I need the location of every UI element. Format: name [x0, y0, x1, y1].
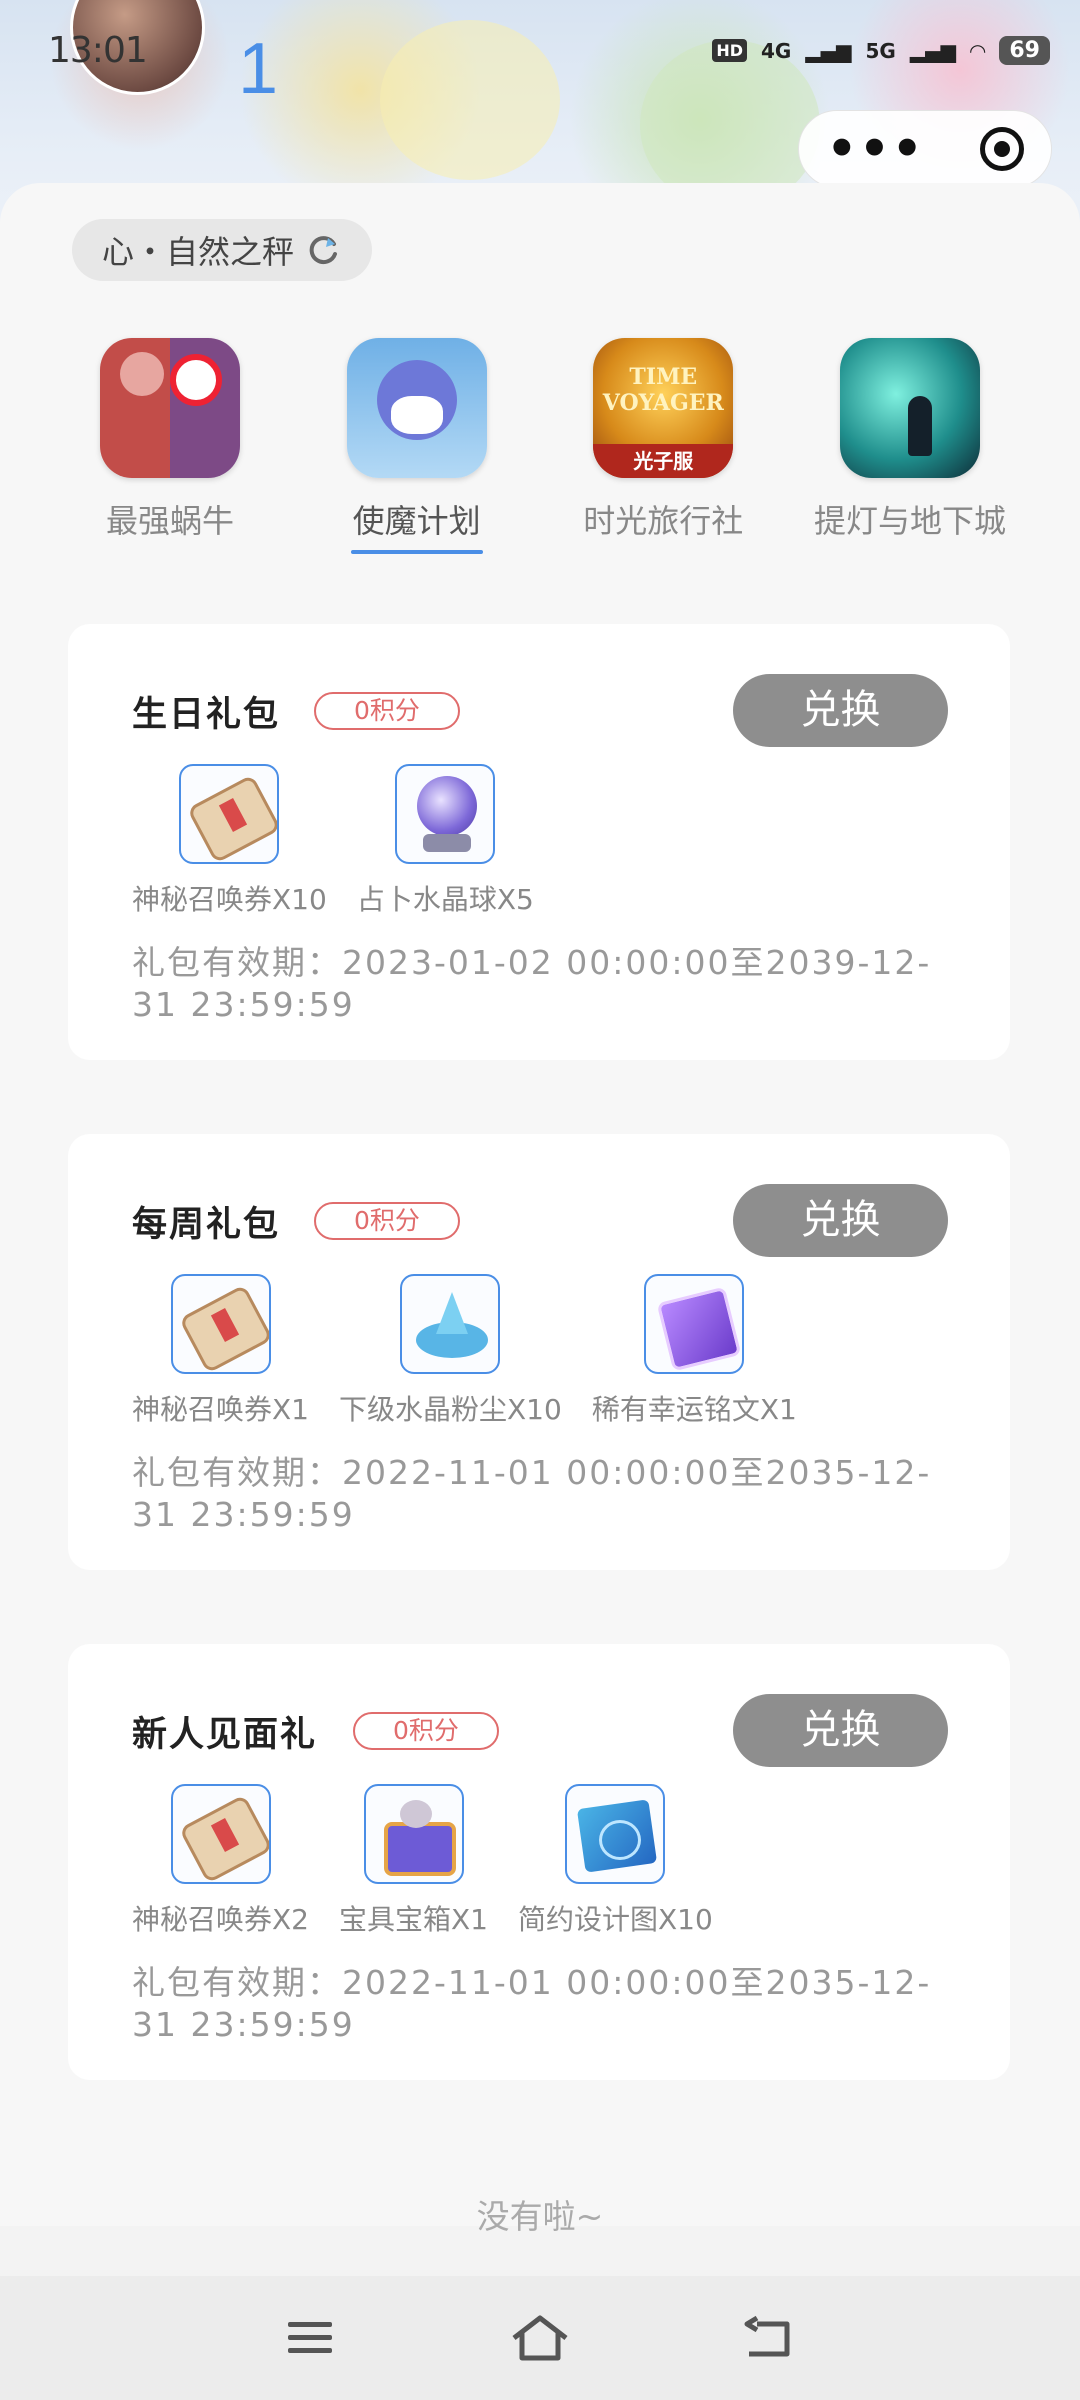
gift-item-label: 神秘召唤券X2 [132, 1903, 309, 1936]
game-tabs: 最强蜗牛 使魔计划 TIME VOYAGER 光子服 时光旅行社 提灯与地下城 [55, 338, 1025, 554]
4g-signal-icon: 4G [760, 38, 792, 63]
mini-program-capsule: ••• [798, 110, 1052, 188]
scale-chip-label: 心・自然之秤 [102, 233, 295, 271]
status-icons: HD 4G ▂▄▆ 5G ▂▄▆ ◠ 69 [712, 36, 1050, 65]
game-tab-snail[interactable]: 最强蜗牛 [55, 338, 285, 554]
gift-title: 生日礼包 [132, 695, 281, 735]
wifi-icon: ◠ [969, 38, 986, 63]
crystal-dust-icon [400, 1274, 501, 1374]
gift-validity: 礼包有效期：2022-11-01 00:00:00至2035-12-31 23:… [132, 1963, 932, 2044]
gift-item-label: 神秘召唤券X1 [132, 1393, 309, 1426]
time-voyager-game-icon: TIME VOYAGER 光子服 [593, 338, 734, 478]
target-close-icon[interactable] [979, 127, 1024, 171]
menu-icon[interactable] [270, 2308, 350, 2368]
gift-card-birthday: 生日礼包 0积分 兑换 神秘召唤券X10 占卜水晶球X5 礼包有效期：2023-… [68, 624, 1010, 1060]
scale-chip[interactable]: 心・自然之秤 [72, 219, 373, 281]
5g-signal-icon: 5G [865, 38, 896, 63]
familiar-game-icon [346, 338, 487, 478]
redeem-button[interactable]: 兑换 [733, 1184, 948, 1257]
tab-underline [844, 550, 976, 554]
gift-item: 下级水晶粉尘X10 [339, 1274, 562, 1428]
gift-validity: 礼包有效期：2022-11-01 00:00:00至2035-12-31 23:… [132, 1453, 932, 1534]
scroll-icon [179, 764, 280, 864]
crystal-ball-icon [395, 764, 496, 864]
gift-item: 稀有幸运铭文X1 [592, 1274, 797, 1428]
status-time: 13:01 [48, 30, 148, 71]
tab-underline [597, 550, 729, 554]
game-tab-lantern-dungeon[interactable]: 提灯与地下城 [795, 338, 1025, 554]
battery-indicator: 69 [999, 36, 1050, 65]
game-label: 使魔计划 [352, 502, 481, 540]
gift-item: 宝具宝箱X1 [339, 1784, 488, 1938]
redeem-button[interactable]: 兑换 [733, 1694, 948, 1767]
signal-bars-icon: ▂▄▆ [909, 38, 956, 63]
end-of-list-text: 没有啦~ [476, 2197, 604, 2236]
gift-item-label: 神秘召唤券X10 [132, 883, 327, 916]
lantern-dungeon-game-icon [839, 338, 980, 478]
game-icon-badge: 光子服 [593, 444, 734, 478]
gift-item: 占卜水晶球X5 [357, 764, 534, 918]
gift-item: 神秘召唤券X2 [132, 1784, 309, 1938]
points-badge: 0积分 [314, 1202, 460, 1240]
gift-item-label: 简约设计图X10 [518, 1903, 713, 1936]
scroll-icon [170, 1274, 271, 1374]
game-label: 提灯与地下城 [813, 502, 1006, 540]
gift-item: 简约设计图X10 [518, 1784, 713, 1938]
blueprint-icon [565, 1784, 666, 1884]
tab-underline [104, 550, 236, 554]
scroll-icon [170, 1784, 271, 1884]
game-label: 时光旅行社 [583, 502, 744, 540]
gift-item-label: 下级水晶粉尘X10 [339, 1393, 562, 1426]
gift-title: 每周礼包 [132, 1205, 281, 1245]
refresh-icon [309, 236, 338, 265]
signal-bars-icon: ▂▄▆ [805, 38, 852, 63]
active-tab-underline [350, 550, 483, 554]
rune-icon [644, 1274, 745, 1374]
game-tab-time-voyager[interactable]: TIME VOYAGER 光子服 时光旅行社 [548, 338, 778, 554]
header-count: 1 [238, 29, 279, 109]
gift-title: 新人见面礼 [132, 1715, 318, 1755]
treasure-chest-icon [363, 1784, 464, 1884]
gift-items: 神秘召唤券X10 占卜水晶球X5 [132, 764, 534, 918]
system-navbar [0, 2276, 1080, 2400]
hd-icon: HD [712, 39, 747, 62]
gift-items: 神秘召唤券X2 宝具宝箱X1 简约设计图X10 [132, 1784, 713, 1938]
gift-items: 神秘召唤券X1 下级水晶粉尘X10 稀有幸运铭文X1 [132, 1274, 797, 1428]
game-tab-familiar[interactable]: 使魔计划 [302, 338, 532, 554]
gift-item-label: 稀有幸运铭文X1 [591, 1393, 797, 1426]
gift-item: 神秘召唤券X1 [132, 1274, 309, 1428]
points-badge: 0积分 [353, 1712, 499, 1750]
gift-item-label: 宝具宝箱X1 [339, 1903, 488, 1936]
gift-card-weekly: 每周礼包 0积分 兑换 神秘召唤券X1 下级水晶粉尘X10 稀有幸运铭文X1 礼… [68, 1134, 1010, 1570]
back-icon[interactable] [730, 2308, 810, 2368]
game-label: 最强蜗牛 [105, 502, 234, 540]
gift-card-newcomer: 新人见面礼 0积分 兑换 神秘召唤券X2 宝具宝箱X1 简约设计图X10 礼包有… [68, 1644, 1010, 2080]
gift-item-label: 占卜水晶球X5 [356, 883, 534, 916]
banner-decoration [380, 20, 560, 180]
game-icon-text: TIME VOYAGER [602, 364, 724, 416]
home-icon[interactable] [500, 2308, 580, 2368]
points-badge: 0积分 [314, 692, 460, 730]
snail-game-icon [100, 338, 240, 478]
gift-item: 神秘召唤券X10 [132, 764, 327, 918]
gift-validity: 礼包有效期：2023-01-02 00:00:00至2039-12-31 23:… [132, 943, 932, 1024]
redeem-button[interactable]: 兑换 [733, 674, 948, 747]
